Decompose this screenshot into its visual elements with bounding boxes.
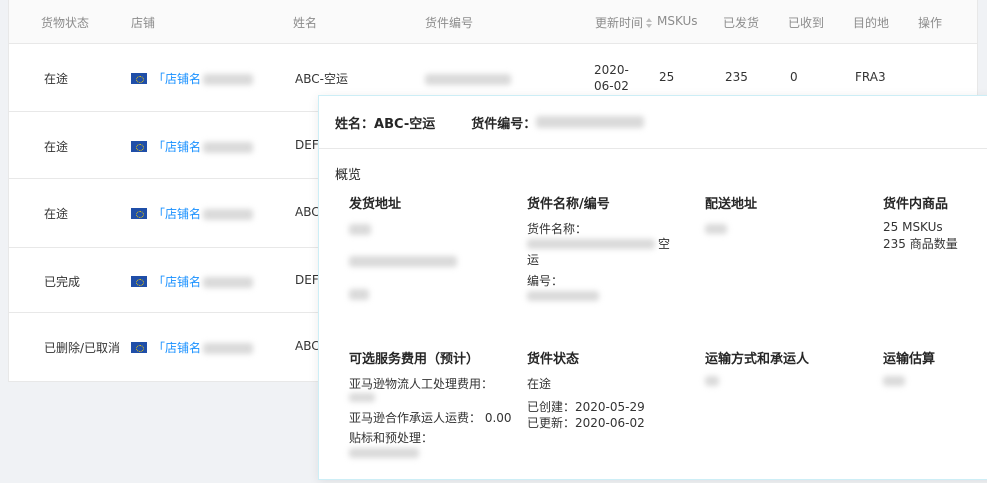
header-updated-time[interactable]: 更新时间 (595, 14, 653, 31)
ship-to-title: 配送地址 (705, 197, 758, 212)
eu-flag-icon (131, 208, 147, 219)
updated-value: 2020-06-02 (575, 416, 645, 430)
store-link[interactable]: 「店铺名 (153, 341, 201, 355)
store-link[interactable]: 「店铺名 (153, 275, 201, 289)
shipping-title: 运输方式和承运人 (705, 352, 810, 367)
header-destination: 目的地 (853, 16, 890, 30)
fees-title: 可选服务费用（预计） (349, 352, 480, 367)
eu-flag-icon (131, 276, 147, 287)
header-shipped: 已发货 (723, 16, 760, 30)
row-store[interactable]: 「店铺名 (131, 205, 254, 222)
row-store[interactable]: 「店铺名 (131, 138, 254, 155)
row-status: 在途 (44, 140, 69, 154)
shipment-detail-popover: 姓名： ABC-空运 货件编号： 概览 发货地址 货件名称/编号 配送地址 货件… (318, 95, 987, 480)
header-shipment-id: 货件编号 (425, 16, 474, 30)
row-shipment-id (425, 72, 511, 86)
eu-flag-icon (131, 342, 147, 353)
redacted-shipment-name (527, 239, 655, 249)
contents-units: 235 商品数量 (883, 237, 958, 251)
redacted-shipment-number (527, 291, 599, 301)
redacted-store (203, 209, 254, 220)
carrier-fee: 亚马逊合作承运人运费： 0.00 (349, 409, 512, 426)
redacted-shipment-id (425, 74, 511, 85)
redacted-labor-fee (349, 393, 375, 402)
row-store[interactable]: 「店铺名 (131, 273, 254, 290)
store-link[interactable]: 「店铺名 (153, 72, 201, 86)
redacted-address-line (349, 289, 369, 300)
contents-mskus: 25 MSKUs (883, 220, 943, 234)
header-updated-label: 更新时间 (595, 16, 644, 30)
redacted-store (203, 74, 254, 85)
carrier-fee-label: 亚马逊合作承运人运费： (349, 411, 482, 425)
updated-date: 已更新：2020-06-02 (527, 414, 645, 431)
sort-icon[interactable] (646, 18, 653, 28)
updated-label: 已更新： (527, 416, 576, 430)
created-value: 2020-05-29 (575, 400, 645, 414)
status-title: 货件状态 (527, 352, 580, 367)
section-overview-title: 概览 (335, 168, 362, 183)
popover-name-label: 姓名： (335, 116, 375, 132)
row-store[interactable]: 「店铺名 (131, 339, 254, 356)
shipment-name-label: 货件名称： (527, 222, 588, 236)
redacted-address-line (349, 256, 457, 267)
popover-shipment-label: 货件编号： (471, 116, 537, 132)
row-updated: 2020-06-02 (594, 63, 629, 93)
redacted-store (203, 142, 254, 153)
store-link[interactable]: 「店铺名 (153, 207, 201, 221)
shipment-name-title: 货件名称/编号 (527, 197, 610, 212)
status-value: 在途 (527, 377, 552, 391)
redacted-carrier (705, 376, 719, 386)
row-received: 0 (790, 70, 798, 84)
redacted-store (203, 277, 254, 288)
carrier-fee-value: 0.00 (484, 411, 512, 425)
redacted-shipment-id (536, 116, 645, 128)
redacted-estimate (883, 376, 905, 386)
shipment-id-label: 编号： (527, 274, 564, 288)
redacted-address-line (349, 224, 371, 235)
row-status: 在途 (44, 207, 69, 221)
created-date: 已创建：2020-05-29 (527, 398, 645, 415)
header-store: 店铺 (131, 16, 156, 30)
header-status: 货物状态 (41, 16, 90, 30)
redacted-prep-fee (349, 448, 419, 458)
row-status: 已删除/已取消 (44, 341, 121, 355)
row-mskus: 25 (659, 70, 675, 84)
shipment-name-suffix: 空 (658, 237, 671, 251)
estimate-title: 运输估算 (883, 352, 936, 367)
contents-title: 货件内商品 (883, 197, 949, 212)
header-received: 已收到 (788, 16, 825, 30)
row-store[interactable]: 「店铺名 (131, 70, 254, 87)
eu-flag-icon (131, 73, 147, 84)
table-header: 货物状态 店铺 姓名 货件编号 更新时间 MSKUs 已发货 已收到 目的地 操… (9, 0, 977, 44)
row-destination: FRA3 (855, 70, 886, 84)
header-name: 姓名 (293, 16, 318, 30)
redacted-ship-to (705, 224, 727, 234)
prep-fee-label: 贴标和预处理： (349, 431, 434, 445)
labor-fee-label: 亚马逊物流人工处理费用： (349, 377, 494, 391)
header-mskus: MSKUs (657, 14, 698, 28)
ship-from-title: 发货地址 (349, 197, 402, 212)
popover-name-value: ABC-空运 (374, 116, 436, 132)
row-status: 已完成 (44, 275, 81, 289)
popover-header: 姓名： ABC-空运 货件编号： (319, 96, 987, 149)
eu-flag-icon (131, 141, 147, 152)
store-link[interactable]: 「店铺名 (153, 140, 201, 154)
redacted-store (203, 343, 254, 354)
header-actions: 操作 (918, 16, 943, 30)
shipment-name-line2: 运 (527, 253, 540, 267)
created-label: 已创建： (527, 400, 576, 414)
row-name: ABC-空运 (295, 72, 348, 86)
row-status: 在途 (44, 72, 69, 86)
row-shipped: 235 (725, 70, 748, 84)
